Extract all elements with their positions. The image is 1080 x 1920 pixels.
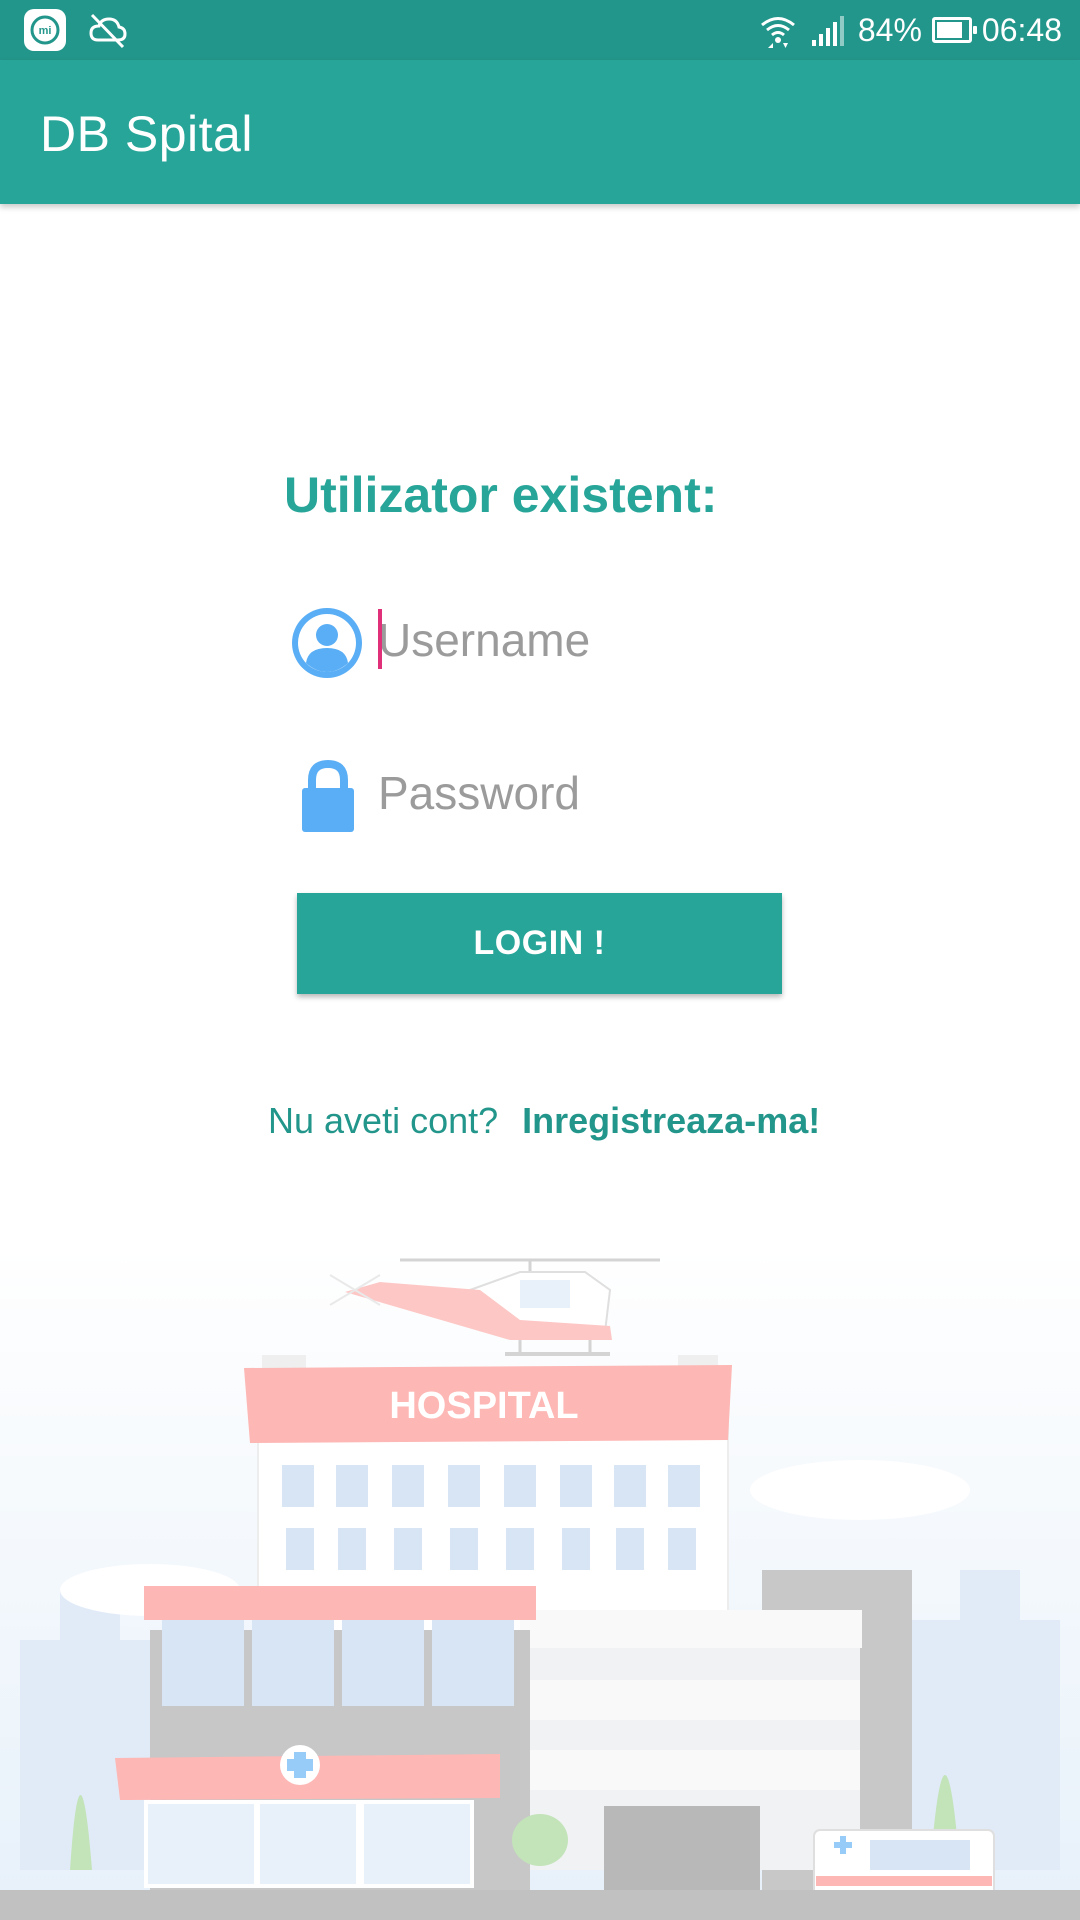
battery-percent: 84% [857, 11, 922, 48]
register-row: Nu aveti cont? Inregistreaza-ma! [268, 1100, 820, 1142]
signal-icon [811, 16, 844, 46]
miui-app-icon: mi [24, 9, 66, 51]
login-button[interactable]: LOGIN ! [297, 893, 782, 994]
hospital-sign-text: HOSPITAL [389, 1385, 578, 1427]
cloud-off-icon [86, 9, 128, 51]
lock-icon [302, 759, 354, 832]
username-field [290, 595, 790, 685]
battery-icon [931, 17, 977, 43]
username-input[interactable] [378, 595, 778, 685]
password-field [290, 748, 790, 838]
register-link[interactable]: Inregistreaza-ma! [522, 1100, 820, 1141]
app-title: DB Spital [40, 106, 253, 162]
password-input[interactable] [378, 748, 778, 838]
login-heading: Utilizator existent: [284, 467, 718, 523]
clock: 06:48 [981, 11, 1062, 48]
svg-text:mi: mi [39, 25, 52, 37]
hospital-illustration: HOSPITAL [0, 1250, 1080, 1920]
user-icon [292, 608, 362, 678]
status-right: 84% 06:48 [758, 0, 1062, 60]
no-account-text: Nu aveti cont? [268, 1100, 499, 1141]
text-cursor [378, 609, 382, 669]
status-bar: mi 84% 06:48 [0, 0, 1080, 60]
app-bar: DB Spital [0, 60, 1080, 204]
battery-level [936, 22, 963, 38]
wifi-icon [760, 17, 795, 48]
